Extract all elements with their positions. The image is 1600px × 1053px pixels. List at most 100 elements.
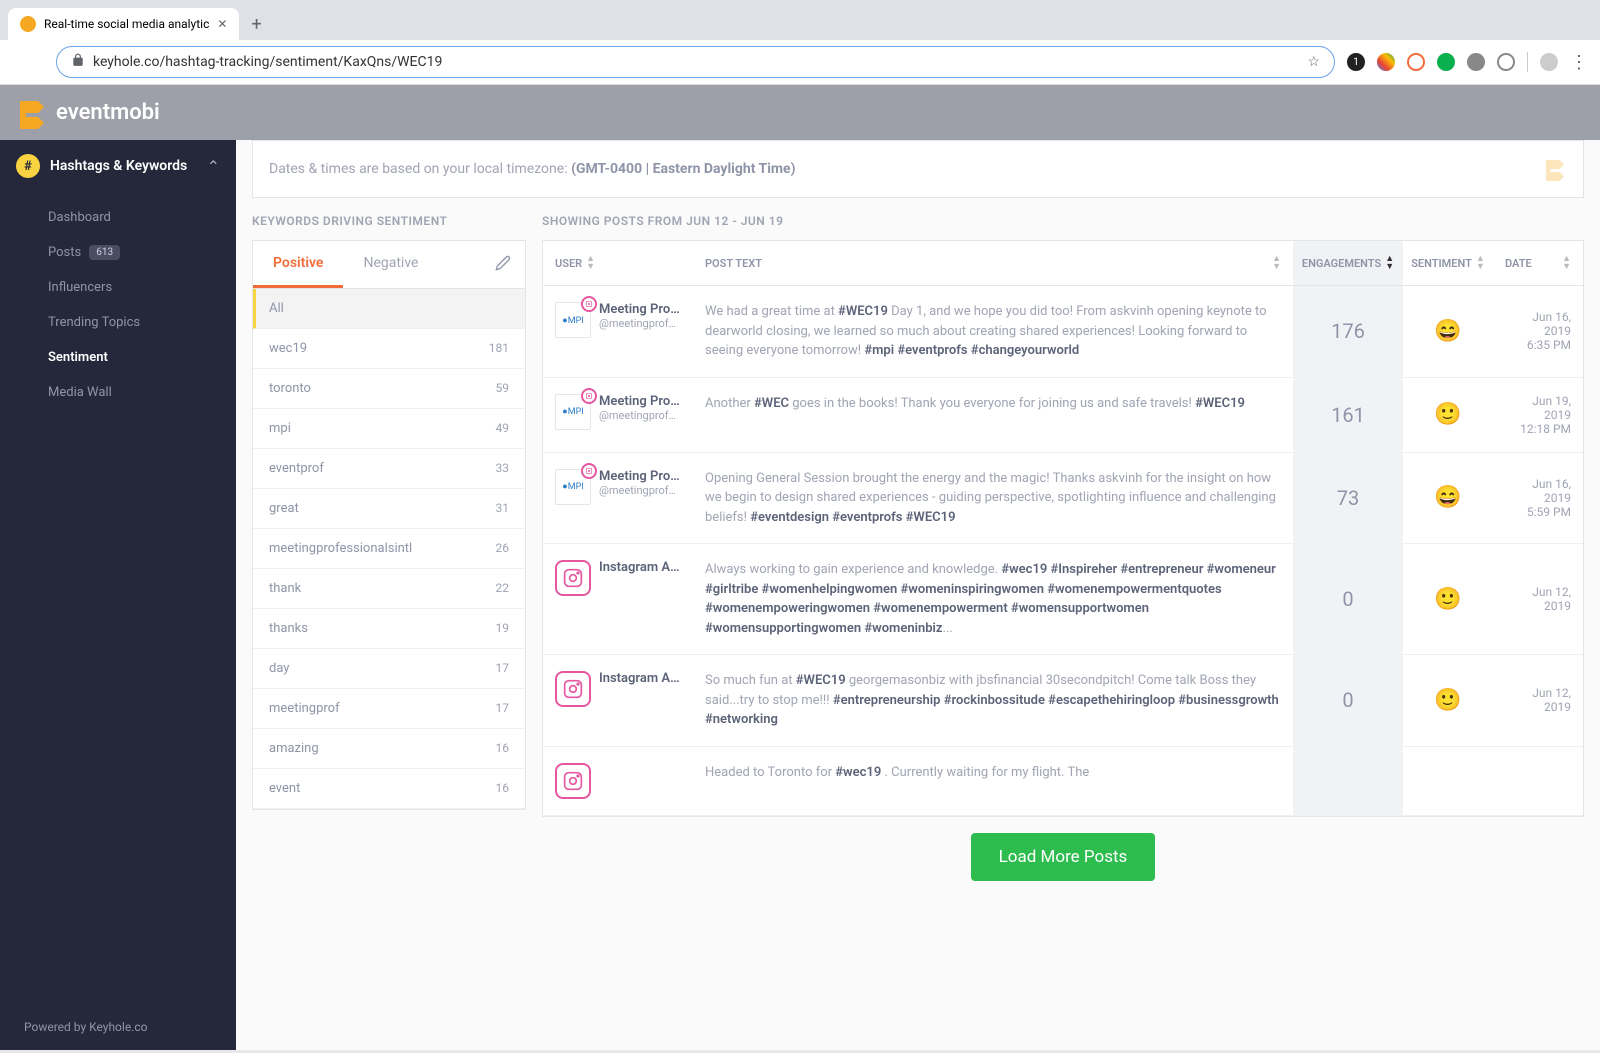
- menu-icon[interactable]: ⋮: [1570, 52, 1588, 73]
- th-text[interactable]: POST TEXT▲▼: [693, 241, 1293, 285]
- post-engagements: 0: [1293, 544, 1403, 654]
- brand-logo[interactable]: eventmobi: [16, 97, 160, 129]
- tab-title: Real-time social media analytic: [44, 17, 209, 31]
- post-sentiment: 🙂: [1403, 544, 1493, 654]
- avatar: [555, 763, 591, 799]
- keyword-item[interactable]: All: [253, 289, 525, 329]
- nav-item-label: Posts: [48, 245, 81, 260]
- th-engagements[interactable]: ENGAGEMENTS▲▼: [1293, 241, 1403, 285]
- new-tab-button[interactable]: +: [251, 14, 261, 35]
- post-sentiment: 🙂: [1403, 655, 1493, 746]
- avatar: [555, 671, 591, 707]
- keyword-item[interactable]: mpi49: [253, 409, 525, 449]
- keyword-item[interactable]: meetingprofessionalsintl26: [253, 529, 525, 569]
- post-row[interactable]: Instagram Acc... Always working to gain e…: [543, 544, 1583, 655]
- extension-icon[interactable]: [1437, 53, 1455, 71]
- sidebar-item-sentiment[interactable]: Sentiment: [0, 340, 236, 375]
- lock-icon: [71, 53, 85, 71]
- main-layout: # Hashtags & Keywords ⌃ ‹ DashboardPosts…: [0, 140, 1600, 1050]
- post-row[interactable]: ●MPIMeeting Profe...@meetingprofessio...…: [543, 286, 1583, 378]
- avatar: [555, 560, 591, 596]
- browser-chrome: Real-time social media analytic ✕ + keyh…: [0, 0, 1600, 85]
- nav-controls: [12, 53, 44, 72]
- extension-icon[interactable]: [1377, 53, 1395, 71]
- post-row[interactable]: ●MPIMeeting Profe...@meetingprofessio...…: [543, 378, 1583, 453]
- keyword-item[interactable]: toronto59: [253, 369, 525, 409]
- keyword-label: thank: [269, 581, 301, 596]
- user-handle: @meetingprofessio...: [599, 484, 681, 497]
- extension-icon[interactable]: 1: [1347, 53, 1365, 71]
- keyword-item[interactable]: great31: [253, 489, 525, 529]
- keyword-item[interactable]: event 16: [253, 769, 525, 809]
- user-handle: @meetingprofessio...: [599, 409, 681, 422]
- keyword-item[interactable]: meetingprof17: [253, 689, 525, 729]
- post-engagements: 73: [1293, 453, 1403, 544]
- sidebar: # Hashtags & Keywords ⌃ ‹ DashboardPosts…: [0, 140, 236, 1050]
- th-sentiment[interactable]: SENTIMENT▲▼: [1403, 241, 1493, 285]
- sidebar-item-media-wall[interactable]: Media Wall: [0, 375, 236, 410]
- pencil-icon[interactable]: [495, 255, 511, 275]
- user-name: Instagram Acc...: [599, 560, 681, 575]
- load-more-button[interactable]: Load More Posts: [971, 833, 1156, 881]
- extension-icon[interactable]: [1407, 53, 1425, 71]
- post-text: Always working to gain experience and kn…: [693, 544, 1293, 654]
- post-text: Opening General Session brought the ener…: [693, 453, 1293, 544]
- keyword-item[interactable]: day17: [253, 649, 525, 689]
- brand-watermark-icon: [1543, 157, 1567, 181]
- th-user[interactable]: USER▲▼: [543, 241, 693, 285]
- posts-panel-title: SHOWING POSTS FROM JUN 12 - JUN 19: [542, 214, 1584, 228]
- post-row[interactable]: ●MPIMeeting Profe...@meetingprofessio...…: [543, 453, 1583, 545]
- profile-icon[interactable]: [1540, 53, 1558, 71]
- close-icon[interactable]: ✕: [217, 17, 227, 31]
- browser-tab-bar: Real-time social media analytic ✕ +: [0, 0, 1600, 40]
- keyword-label: event: [269, 781, 300, 796]
- keyword-item[interactable]: thanks19: [253, 609, 525, 649]
- sidebar-nav: Dashboard Posts 613 InfluencersTrending Top…: [0, 192, 236, 418]
- sidebar-item-posts[interactable]: Posts 613: [0, 235, 236, 270]
- star-icon[interactable]: ☆: [1307, 54, 1320, 70]
- extension-icon[interactable]: [1497, 53, 1515, 71]
- camera-icon[interactable]: [1467, 53, 1485, 71]
- url-bar[interactable]: keyhole.co/hashtag-tracking/sentiment/Ka…: [56, 46, 1335, 78]
- keywords-panel: KEYWORDS DRIVING SENTIMENT Positive Nega…: [252, 214, 526, 905]
- th-date[interactable]: DATE▲▼: [1493, 241, 1583, 285]
- tz-value: (GMT-0400 | Eastern Daylight Time): [571, 161, 795, 177]
- badge: 613: [89, 245, 120, 260]
- keyword-count: 33: [496, 461, 510, 476]
- keyword-item[interactable]: thank22: [253, 569, 525, 609]
- sentiment-tabs: Positive Negative: [253, 241, 525, 289]
- app-header: eventmobi: [0, 85, 1600, 140]
- sidebar-item-influencers[interactable]: Influencers: [0, 270, 236, 305]
- avatar: ●MPI: [555, 469, 591, 505]
- sidebar-item-dashboard[interactable]: Dashboard: [0, 200, 236, 235]
- keyword-count: 26: [496, 541, 510, 556]
- tab-negative[interactable]: Negative: [343, 241, 438, 288]
- post-engagements: 161: [1293, 378, 1403, 452]
- post-sentiment: 🙂: [1403, 378, 1493, 452]
- posts-table: USER▲▼ POST TEXT▲▼ ENGAGEMENTS▲▼ SENTIME…: [542, 240, 1584, 817]
- sort-icon: ▲▼: [1476, 255, 1485, 271]
- keyword-item[interactable]: amazing16: [253, 729, 525, 769]
- timezone-banner: Dates & times are based on your local ti…: [252, 140, 1584, 198]
- post-row[interactable]: Headed to Toronto for #wec19 . Currently…: [543, 747, 1583, 816]
- url-text: keyhole.co/hashtag-tracking/sentiment/Ka…: [93, 54, 442, 70]
- keyword-count: 16: [496, 781, 510, 796]
- keyword-item[interactable]: eventprof33: [253, 449, 525, 489]
- post-row[interactable]: Instagram Acc...So much fun at #WEC19 ge…: [543, 655, 1583, 747]
- sidebar-item-trending-topics[interactable]: Trending Topics: [0, 305, 236, 340]
- post-text: So much fun at #WEC19 georgemasonbiz wit…: [693, 655, 1293, 746]
- keyword-label: All: [269, 301, 284, 316]
- post-engagements: [1293, 747, 1403, 815]
- post-user: [543, 747, 693, 815]
- sort-icon: ▲▼: [586, 255, 595, 271]
- browser-tab[interactable]: Real-time social media analytic ✕: [8, 8, 239, 40]
- tab-positive[interactable]: Positive: [253, 241, 343, 288]
- keyword-count: 49: [496, 421, 510, 436]
- hashtag-icon: #: [16, 154, 40, 178]
- keyword-count: 17: [496, 661, 510, 676]
- sidebar-header[interactable]: # Hashtags & Keywords ⌃: [0, 140, 236, 192]
- table-header: USER▲▼ POST TEXT▲▼ ENGAGEMENTS▲▼ SENTIME…: [543, 241, 1583, 286]
- keyword-item[interactable]: wec19181: [253, 329, 525, 369]
- sort-icon: ▲▼: [1272, 255, 1281, 271]
- panels: KEYWORDS DRIVING SENTIMENT Positive Nega…: [236, 214, 1600, 921]
